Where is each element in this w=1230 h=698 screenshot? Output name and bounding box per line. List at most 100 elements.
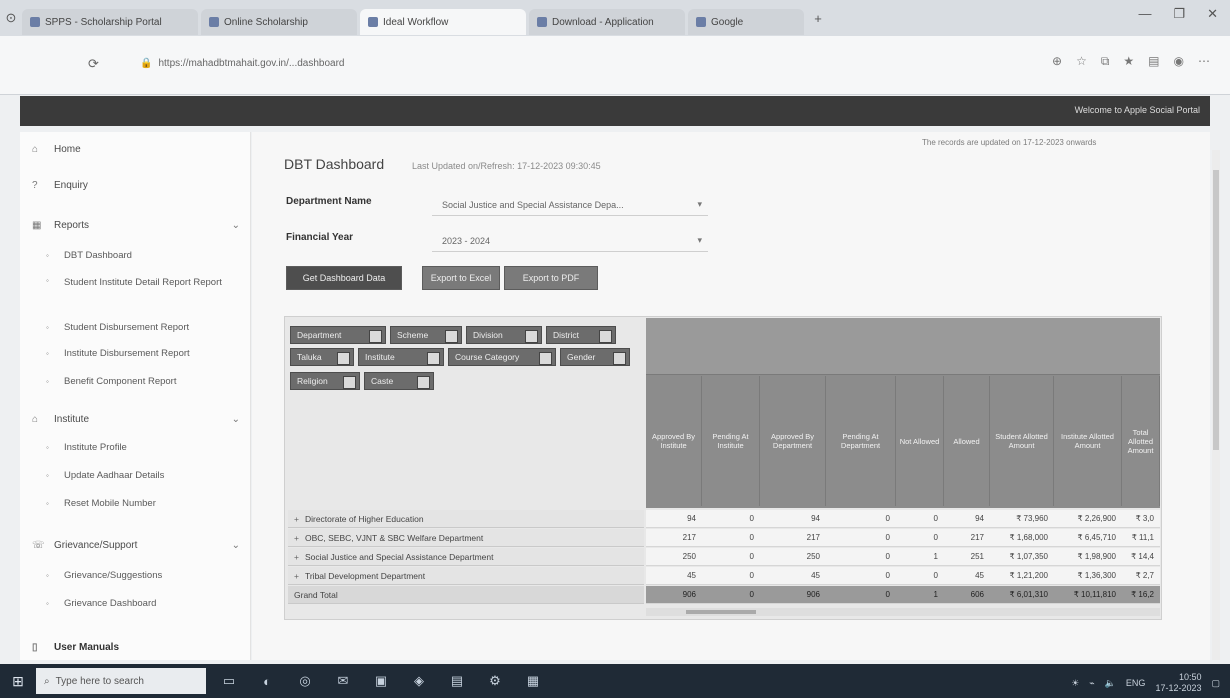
filter-chip-district[interactable]: District bbox=[546, 326, 616, 344]
sidebar-item-reports[interactable]: ▦ Reports ⌄ bbox=[20, 216, 250, 234]
zoom-icon[interactable]: ⊕ bbox=[1052, 54, 1062, 69]
favorites-icon[interactable]: ★ bbox=[1123, 54, 1134, 69]
filter-chip-religion[interactable]: Religion bbox=[290, 372, 360, 390]
expand-icon[interactable]: + bbox=[294, 514, 299, 524]
browser-tab-4[interactable]: Download - Application bbox=[529, 9, 685, 35]
table-row-label[interactable]: + Tribal Development Department bbox=[288, 567, 644, 585]
sidebar-item-benefit-component[interactable]: ◦ Benefit Component Report bbox=[20, 372, 250, 390]
table-cell: ₹ 1,07,350 bbox=[990, 548, 1054, 566]
sidebar-item-grievance[interactable]: ☏ Grievance/Support ⌄ bbox=[20, 536, 250, 554]
maximize-icon[interactable]: ❐ bbox=[1173, 6, 1185, 22]
filter-checkbox[interactable] bbox=[427, 352, 440, 365]
teams-icon[interactable]: ◈ bbox=[404, 666, 434, 696]
edge-icon[interactable]: ◐ bbox=[252, 666, 282, 696]
word-icon[interactable]: ▦ bbox=[518, 666, 548, 696]
profile-icon[interactable]: ◉ bbox=[1174, 54, 1184, 69]
browser-tab-2[interactable]: Online Scholarship bbox=[201, 9, 357, 35]
export-pdf-button[interactable]: Export to PDF bbox=[504, 266, 598, 290]
column-header[interactable]: Student Allotted Amount bbox=[990, 376, 1054, 506]
extensions-icon[interactable]: ⧉ bbox=[1101, 54, 1110, 69]
network-icon[interactable]: ⌁ bbox=[1089, 678, 1094, 689]
column-header[interactable]: Approved By Department bbox=[760, 376, 826, 506]
filter-checkbox[interactable] bbox=[445, 330, 458, 343]
filter-checkbox[interactable] bbox=[417, 376, 430, 389]
sidebar-item-update-aadhaar[interactable]: ◦ Update Aadhaar Details bbox=[20, 466, 250, 484]
filter-chip-scheme[interactable]: Scheme bbox=[390, 326, 462, 344]
scrollbar-thumb[interactable] bbox=[686, 610, 756, 614]
language-indicator[interactable]: ENG bbox=[1126, 678, 1146, 688]
mail-icon[interactable]: ✉ bbox=[328, 666, 358, 696]
weather-icon[interactable]: ☀ bbox=[1071, 678, 1079, 689]
filter-chip-division[interactable]: Division bbox=[466, 326, 542, 344]
filter-checkbox[interactable] bbox=[539, 352, 552, 365]
more-icon[interactable]: ⋯ bbox=[1198, 54, 1210, 69]
windows-start-icon[interactable]: ⊞ bbox=[0, 664, 36, 698]
browser-tab-3[interactable]: Ideal Workflow bbox=[360, 9, 526, 35]
sidebar-item-dbt-dashboard[interactable]: ◦ DBT Dashboard bbox=[20, 246, 250, 264]
sidebar-item-home[interactable]: ⌂ Home bbox=[20, 140, 250, 158]
browser-menu-icon[interactable]: ⊙ bbox=[0, 7, 22, 29]
settings-icon[interactable]: ⚙ bbox=[480, 666, 510, 696]
table-cell: 0 bbox=[826, 529, 896, 547]
store-icon[interactable]: ▣ bbox=[366, 666, 396, 696]
filter-chip-department[interactable]: Department bbox=[290, 326, 386, 344]
filter-chip-gender[interactable]: Gender bbox=[560, 348, 630, 366]
task-view-icon[interactable]: ▭ bbox=[214, 666, 244, 696]
sidebar-item-reset-mobile[interactable]: ◦ Reset Mobile Number bbox=[20, 494, 250, 512]
browser-tab-5[interactable]: Google bbox=[688, 9, 804, 35]
filter-checkbox[interactable] bbox=[525, 330, 538, 343]
column-header[interactable]: Pending At Institute bbox=[702, 376, 760, 506]
collections-icon[interactable]: ▤ bbox=[1148, 54, 1159, 69]
refresh-icon[interactable]: ⟳ bbox=[88, 56, 99, 72]
filter-checkbox[interactable] bbox=[613, 352, 626, 365]
column-header[interactable]: Total Allotted Amount bbox=[1122, 376, 1160, 506]
sidebar-item-institute-profile[interactable]: ◦ Institute Profile bbox=[20, 438, 250, 456]
sidebar-item-grievance-dashboard[interactable]: ◦ Grievance Dashboard bbox=[20, 594, 250, 612]
sidebar-item-enquiry[interactable]: ? Enquiry bbox=[20, 176, 250, 194]
browser-tab-1[interactable]: SPPS - Scholarship Portal bbox=[22, 9, 198, 35]
filter-chip-institute[interactable]: Institute bbox=[358, 348, 444, 366]
sidebar-item-grievance-suggestions[interactable]: ◦ Grievance/Suggestions bbox=[20, 566, 250, 584]
table-row-label[interactable]: + OBC, SEBC, VJNT & SBC Welfare Departmen… bbox=[288, 529, 644, 547]
clock[interactable]: 10:50 17-12-2023 bbox=[1155, 672, 1201, 694]
filter-checkbox[interactable] bbox=[369, 330, 382, 343]
horizontal-scrollbar[interactable] bbox=[646, 608, 1160, 616]
sidebar-item-student-institute-report[interactable]: ◦ Student Institute Detail Report Report bbox=[20, 276, 250, 304]
scrollbar-thumb[interactable] bbox=[1213, 170, 1219, 450]
table-row-label[interactable]: + Directorate of Higher Education bbox=[288, 510, 644, 528]
get-dashboard-data-button[interactable]: Get Dashboard Data bbox=[286, 266, 402, 290]
expand-icon[interactable]: + bbox=[294, 533, 299, 543]
filter-checkbox[interactable] bbox=[599, 330, 612, 343]
column-header[interactable]: Approved By Institute bbox=[646, 376, 702, 506]
filter-chip-course-category[interactable]: Course Category bbox=[448, 348, 556, 366]
financial-year-select[interactable]: 2023 - 2024 ▾ bbox=[432, 230, 708, 252]
sidebar-item-institute[interactable]: ⌂ Institute ⌄ bbox=[20, 410, 250, 428]
minimize-icon[interactable]: — bbox=[1138, 6, 1151, 22]
filter-checkbox[interactable] bbox=[337, 352, 350, 365]
volume-icon[interactable]: 🔈 bbox=[1105, 678, 1116, 689]
star-icon[interactable]: ☆ bbox=[1076, 54, 1087, 69]
column-header[interactable]: Not Allowed bbox=[896, 376, 944, 506]
column-header[interactable]: Pending At Department bbox=[826, 376, 896, 506]
expand-icon[interactable]: + bbox=[294, 571, 299, 581]
column-header[interactable]: Institute Allotted Amount bbox=[1054, 376, 1122, 506]
explorer-icon[interactable]: ▤ bbox=[442, 666, 472, 696]
department-select[interactable]: Social Justice and Special Assistance De… bbox=[432, 194, 708, 216]
notifications-icon[interactable]: ▢ bbox=[1211, 678, 1220, 689]
column-header[interactable]: Allowed bbox=[944, 376, 990, 506]
vertical-scrollbar[interactable] bbox=[1212, 150, 1220, 660]
filter-chip-caste[interactable]: Caste bbox=[364, 372, 434, 390]
sidebar-item-student-disbursement[interactable]: ◦ Student Disbursement Report bbox=[20, 318, 250, 336]
export-excel-button[interactable]: Export to Excel bbox=[422, 266, 500, 290]
table-row-label[interactable]: + Social Justice and Special Assistance D… bbox=[288, 548, 644, 566]
chrome-icon[interactable]: ◎ bbox=[290, 666, 320, 696]
sidebar-item-institute-disbursement[interactable]: ◦ Institute Disbursement Report bbox=[20, 344, 250, 362]
url-field[interactable]: 🔒 https://mahadbtmahait.gov.in/...dashbo… bbox=[140, 52, 840, 74]
filter-checkbox[interactable] bbox=[343, 376, 356, 389]
filter-chip-taluka[interactable]: Taluka bbox=[290, 348, 354, 366]
new-tab-icon[interactable]: + bbox=[807, 7, 829, 29]
taskbar-search[interactable]: ⌕ Type here to search bbox=[36, 668, 206, 694]
sidebar-item-user-manuals[interactable]: ▯ User Manuals bbox=[20, 638, 250, 656]
expand-icon[interactable]: + bbox=[294, 552, 299, 562]
close-icon[interactable]: ✕ bbox=[1207, 6, 1218, 22]
